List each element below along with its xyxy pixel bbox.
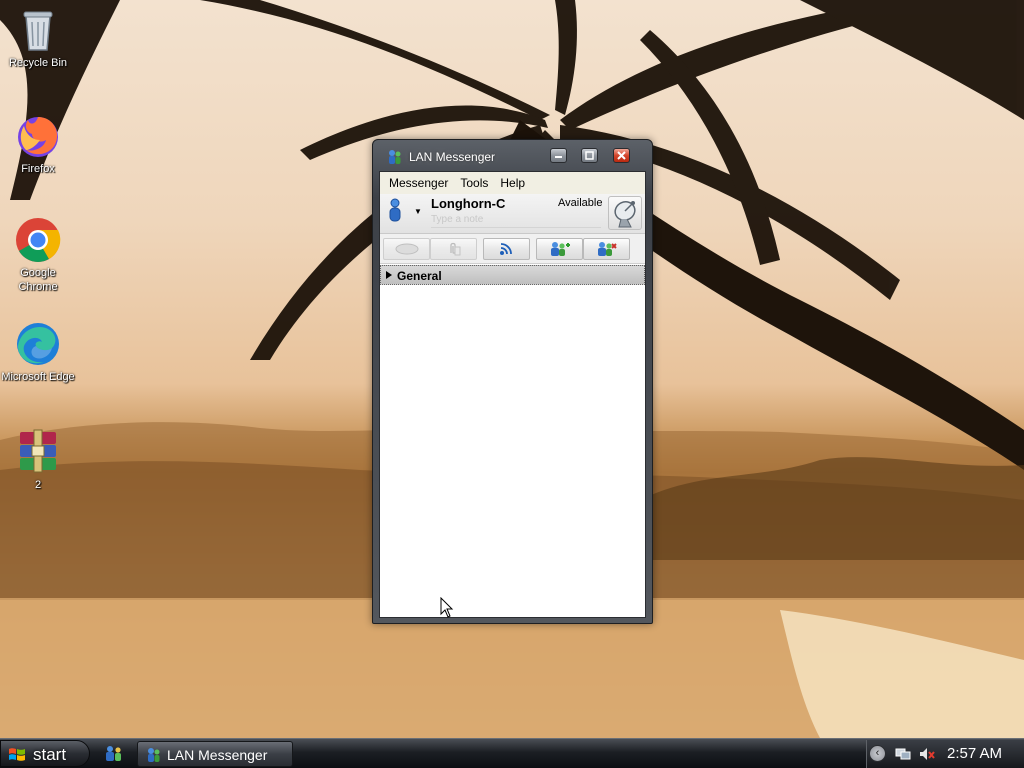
taskbar-button-label: LAN Messenger — [167, 747, 268, 763]
start-button[interactable]: start — [0, 740, 90, 767]
taskbar: start LAN Messenger ‹ 2:57 AM — [0, 738, 1024, 768]
taskbar-clock[interactable]: 2:57 AM — [947, 745, 1002, 762]
contact-toolbar — [380, 234, 645, 264]
mouse-cursor-icon — [440, 596, 454, 622]
user-avatar[interactable] — [388, 198, 402, 222]
desktop-icon-winrar-archive[interactable]: 2 — [0, 428, 76, 492]
menu-bar: Messenger Tools Help — [380, 172, 645, 194]
add-contact-group-button[interactable] — [536, 238, 583, 260]
recycle-bin-icon — [14, 6, 62, 54]
manage-users-icon — [597, 242, 617, 256]
desktop-icon-label: Firefox — [21, 163, 55, 175]
lan-messenger-window[interactable]: LAN Messenger Messenger Tools Help ▼ Lon… — [372, 139, 653, 624]
volume-muted-icon[interactable] — [919, 747, 935, 761]
satellite-dish-icon[interactable] — [608, 196, 642, 230]
broadcast-icon — [499, 243, 512, 255]
edge-icon — [14, 320, 62, 368]
desktop-icon-microsoft-edge[interactable]: Microsoft Edge — [0, 320, 76, 384]
desktop-icon-recycle-bin[interactable]: Recycle Bin — [0, 6, 76, 70]
manage-contacts-button[interactable] — [583, 238, 630, 260]
paperclip-icon — [449, 242, 460, 256]
close-button[interactable] — [613, 148, 630, 163]
network-icon[interactable] — [895, 747, 911, 761]
window-title: LAN Messenger — [409, 150, 496, 164]
desktop-icon-google-chrome[interactable]: Google Chrome — [0, 216, 76, 294]
menu-help[interactable]: Help — [494, 173, 531, 193]
winrar-archive-icon — [14, 428, 62, 476]
status-selector[interactable]: Available — [558, 197, 602, 209]
group-label: General — [397, 269, 442, 283]
contact-list — [380, 285, 645, 615]
desktop-icon-label: Microsoft Edge — [1, 371, 75, 383]
desktop-icon-label: Google Chrome — [18, 267, 58, 293]
personal-note-input[interactable]: Type a note — [431, 214, 601, 228]
broadcast-button[interactable] — [483, 238, 530, 260]
username-label: Longhorn-C — [431, 196, 506, 211]
start-label: start — [33, 745, 67, 764]
maximize-button[interactable] — [581, 148, 598, 163]
taskbar-button-lan-messenger[interactable]: LAN Messenger — [137, 741, 293, 767]
quick-launch-messenger-icon[interactable] — [104, 744, 124, 762]
show-hidden-icons-icon[interactable]: ‹ — [869, 745, 886, 762]
chat-icon — [395, 243, 418, 255]
add-group-icon — [550, 242, 570, 256]
windows-logo-icon — [8, 746, 26, 762]
window-client-area: Messenger Tools Help ▼ Longhorn-C Availa… — [379, 171, 646, 618]
chrome-icon — [14, 216, 62, 264]
system-tray: ‹ 2:57 AM — [866, 740, 1024, 768]
minimize-button[interactable] — [550, 148, 567, 163]
desktop-icon-label: 2 — [34, 479, 42, 491]
lan-messenger-app-icon — [387, 149, 403, 165]
firefox-icon — [14, 112, 62, 160]
desktop-icon-firefox[interactable]: Firefox — [0, 112, 76, 176]
avatar-dropdown-icon[interactable]: ▼ — [414, 207, 422, 216]
lan-messenger-taskbar-icon — [146, 747, 162, 763]
window-titlebar[interactable]: LAN Messenger — [373, 140, 652, 172]
contact-group-general[interactable]: General — [380, 265, 645, 285]
menu-messenger[interactable]: Messenger — [383, 173, 454, 193]
expand-arrow-icon[interactable] — [386, 271, 392, 279]
send-file-button[interactable] — [430, 238, 477, 260]
desktop-icon-label: Recycle Bin — [8, 57, 68, 69]
menu-tools[interactable]: Tools — [454, 173, 494, 193]
user-profile-panel: ▼ Longhorn-C Available Type a note — [380, 194, 645, 234]
start-chat-button[interactable] — [383, 238, 430, 260]
